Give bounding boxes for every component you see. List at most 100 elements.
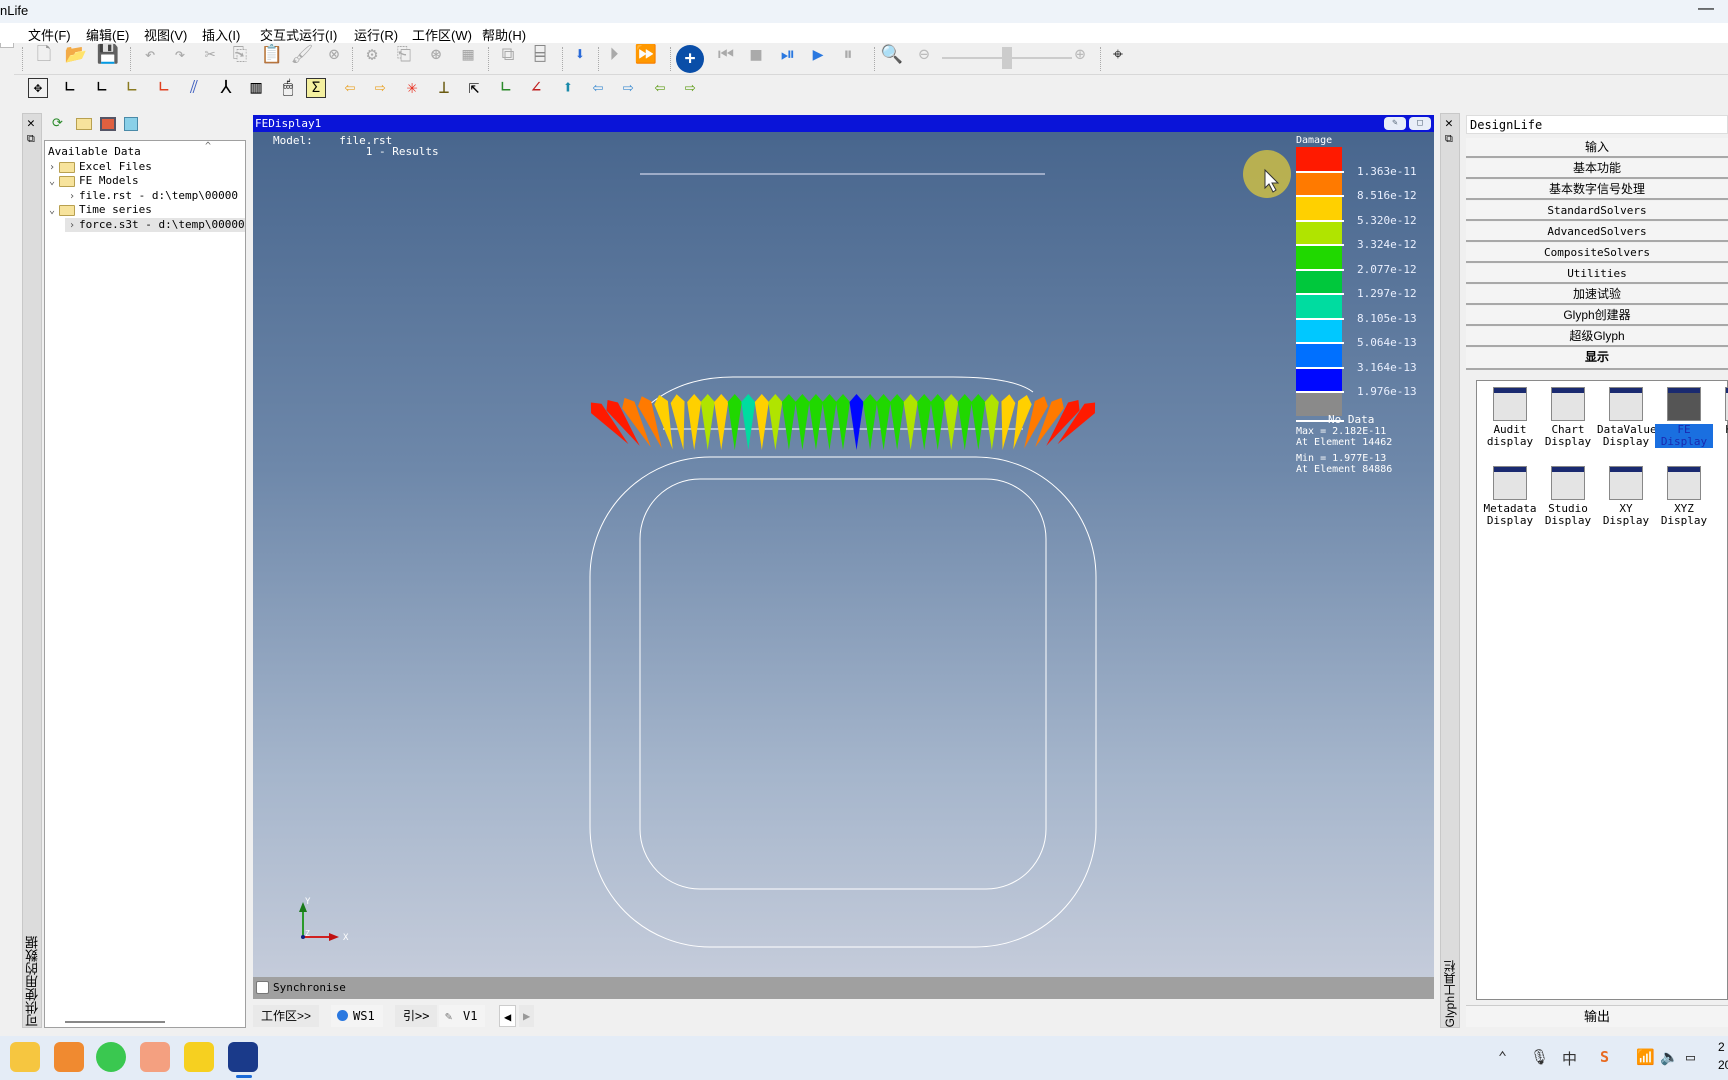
clock-date[interactable]: 20 [1718, 1058, 1728, 1072]
add-data-icon[interactable] [124, 117, 138, 131]
arrow-right-blue-icon[interactable]: ⇨ [616, 76, 640, 100]
fe-model-view[interactable]: Y X Z [253, 132, 1434, 977]
zoom-100-icon[interactable]: 🔍 [880, 43, 904, 67]
glyph-xy-display[interactable]: XY Display [1597, 466, 1655, 527]
category-output[interactable]: 输出 [1466, 1005, 1728, 1027]
menu-interactive-run[interactable]: 交互式运行(I) [260, 25, 337, 44]
chevron-right-icon[interactable]: › [65, 190, 79, 204]
arrow-left-orange-icon[interactable]: ⇦ [338, 76, 362, 100]
tab-scroll-right[interactable]: ▶ [519, 1005, 535, 1027]
paste-icon[interactable]: 📋 [260, 43, 284, 67]
horizontal-scrollbar[interactable] [65, 1021, 165, 1023]
glyph-audit-display[interactable]: Audit display [1481, 387, 1539, 448]
globe-icon[interactable]: ⊛ [424, 43, 448, 67]
histogram-icon[interactable]: ▥ [244, 76, 268, 100]
tab-workspace[interactable]: 工作区>> [253, 1005, 320, 1027]
menu-file[interactable]: 文件(F) [28, 25, 71, 44]
scroll-up-icon[interactable]: ^ [205, 141, 211, 152]
glyph-toolbar-dock-label[interactable]: Glyph工具栏 [1441, 956, 1461, 1027]
maximize-icon[interactable]: □ [1409, 117, 1431, 130]
category-basic[interactable]: 基本功能 [1466, 159, 1728, 179]
axis-3-icon[interactable]: ∟ [120, 76, 144, 100]
category-composite-solvers[interactable]: CompositeSolvers [1466, 243, 1728, 263]
category-input[interactable]: 输入 [1466, 138, 1728, 158]
pdf-reader-icon[interactable] [54, 1042, 84, 1072]
download-icon[interactable]: ⬇ [568, 43, 592, 67]
fit-view-icon[interactable]: ⌖ [1106, 43, 1130, 67]
pan-icon[interactable]: ✥ [28, 78, 48, 98]
ime-icon[interactable]: 中 [1562, 1048, 1577, 1069]
menu-insert[interactable]: 插入(I) [202, 25, 240, 44]
brush-icon[interactable]: 🖌 [290, 43, 314, 67]
arrow-right-orange-icon[interactable]: ⇨ [368, 76, 392, 100]
available-data-dock-label[interactable]: 可供使用的数据 [23, 932, 43, 1027]
arrow-left-blue-icon[interactable]: ⇦ [586, 76, 610, 100]
minimize-button[interactable]: — [1698, 0, 1714, 18]
volume-icon[interactable]: 🔈 [1660, 1048, 1679, 1066]
folder-icon[interactable] [76, 118, 92, 130]
play-icon[interactable]: ▶ [806, 43, 830, 67]
presentation-icon[interactable] [140, 1042, 170, 1072]
tree-item-file-rst[interactable]: › file.rst - d:\temp\00000 - [65, 189, 245, 204]
mouse-icon[interactable]: 🖱 [276, 76, 300, 100]
add-icon[interactable]: + [676, 45, 704, 73]
undo-icon[interactable]: ↶ [138, 43, 162, 67]
wifi-icon[interactable]: 📶 [1636, 1048, 1655, 1066]
glyph-xyz-display[interactable]: XYZ Display [1655, 466, 1713, 527]
arrow-left-green-icon[interactable]: ⇦ [648, 76, 672, 100]
axis-vector-icon[interactable]: ⫽ [182, 76, 206, 100]
float-icon[interactable]: ⧉ [27, 132, 35, 146]
zoom-in-icon[interactable]: ⊕ [1068, 43, 1092, 67]
menu-workspace[interactable]: 工作区(W) [412, 25, 472, 44]
axis-red-icon[interactable]: ∠ [524, 76, 548, 100]
copy-icon[interactable]: ⎘ [228, 43, 252, 67]
refresh-icon[interactable]: ⟳ [52, 116, 63, 131]
flowchart-icon[interactable]: ⌸ [528, 43, 552, 67]
open-folder-icon[interactable]: 📂 [64, 43, 88, 67]
sogou-icon[interactable]: S [1600, 1048, 1609, 1066]
first-frame-icon[interactable]: ⏮ [714, 43, 738, 67]
tab-more[interactable]: 引>> [395, 1005, 438, 1027]
glyph-chart-display[interactable]: Chart Display [1539, 387, 1597, 448]
replicate-icon[interactable]: ▦ [456, 43, 480, 67]
chevron-right-icon[interactable]: › [65, 219, 79, 233]
zoom-slider-thumb[interactable] [1002, 47, 1012, 69]
wechat-icon[interactable] [96, 1042, 126, 1072]
palette-selector[interactable]: DesignLife [1466, 115, 1728, 134]
axis-contour-icon[interactable]: ∟ [152, 76, 176, 100]
glyph-datavalues-display[interactable]: DataValues Display [1597, 387, 1663, 448]
chevron-up-icon[interactable]: ⌃ [1498, 1048, 1507, 1066]
stop-icon[interactable]: ■ [744, 43, 768, 67]
battery-icon[interactable]: ▭ [1686, 1048, 1695, 1066]
chevron-down-icon[interactable]: ⌄ [45, 175, 59, 189]
category-accelerated-test[interactable]: 加速试验 [1466, 285, 1728, 305]
tab-ws1[interactable]: WS1 [331, 1005, 383, 1027]
pause-icon[interactable]: ⏸ [836, 43, 860, 67]
glyph-histogram-display[interactable]: Hi Di [1713, 387, 1728, 436]
tab-scroll-left[interactable]: ◀ [499, 1005, 517, 1027]
glyph-fe-display[interactable]: FE Display [1655, 387, 1713, 448]
category-utilities[interactable]: Utilities [1466, 264, 1728, 284]
tree-item-excel-files[interactable]: › Excel Files [45, 160, 152, 174]
synchronise-checkbox[interactable] [256, 981, 269, 994]
category-display[interactable]: 显示 [1466, 348, 1728, 370]
tab-v1[interactable]: ✎ V1 [439, 1005, 486, 1027]
category-dsp[interactable]: 基本数字信号处理 [1466, 180, 1728, 200]
fast-forward-icon[interactable]: ⏩ [634, 43, 658, 67]
plane-cut-icon[interactable]: ⊥ [432, 76, 456, 100]
tree-item-time-series[interactable]: ⌄ Time series [45, 203, 152, 217]
cancel-icon[interactable]: ⊗ [322, 43, 346, 67]
float-icon[interactable]: ⧉ [1445, 132, 1453, 146]
menu-help[interactable]: 帮助(H) [482, 25, 526, 44]
category-advanced-solvers[interactable]: AdvancedSolvers [1466, 222, 1728, 242]
delete-window-icon[interactable]: ⧉ [496, 43, 520, 67]
category-glyph-builder[interactable]: Glyph创建器 [1466, 306, 1728, 326]
save-icon[interactable]: 💾 [96, 43, 120, 67]
cut-icon[interactable]: ✂ [198, 43, 222, 67]
new-file-icon[interactable]: 🗋 [32, 43, 56, 67]
menu-view[interactable]: 视图(V) [144, 25, 187, 44]
pointer-icon[interactable]: ⇱ [462, 76, 486, 100]
chevron-right-icon[interactable]: › [45, 161, 59, 175]
close-icon[interactable]: ✕ [1445, 116, 1453, 131]
tree-item-fe-models[interactable]: ⌄ FE Models [45, 174, 139, 188]
